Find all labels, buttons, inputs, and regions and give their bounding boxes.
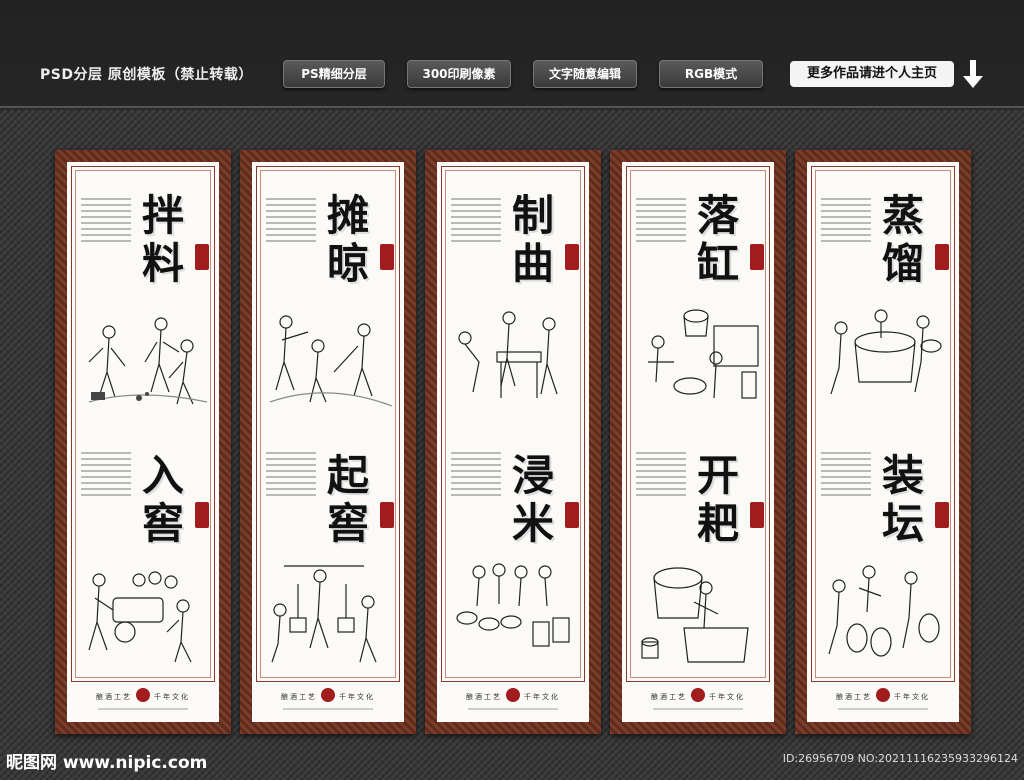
text-block <box>81 198 131 246</box>
title-top-2: 摊晾 <box>326 191 369 288</box>
title-bottom-5: 装坛 <box>881 451 924 548</box>
more-works-button[interactable]: 更多作品请进个人主页 <box>790 61 954 87</box>
title-bottom-3: 浸米 <box>511 451 554 548</box>
arrow-down-icon[interactable] <box>962 58 984 90</box>
title-bottom-2: 起窖 <box>326 451 369 548</box>
poster-footer: 酿酒工艺 千年文化 <box>67 684 219 712</box>
title-top-5: 蒸馏 <box>881 191 924 288</box>
illustration-into-vat <box>648 309 759 399</box>
title-bottom-1: 入窖 <box>141 451 184 548</box>
poster-panel-2: 摊晾 起窖 酿酒工艺 千年文化 <box>240 150 416 734</box>
title-top-4: 落缸 <box>696 191 739 288</box>
illustration-stirring <box>641 567 749 663</box>
header-bar: PSD分层 原创模板（禁止转载） PS精细分层 300印刷像素 文字随意编辑 R… <box>0 0 1024 108</box>
page-title: PSD分层 原创模板（禁止转载） <box>40 67 253 83</box>
illustration-yeast-making <box>458 311 558 398</box>
watermark-id: ID:26956709 NO:20211116235933296124 <box>782 752 1018 765</box>
illustration-unearthing <box>271 565 377 663</box>
badge-resolution: 300印刷像素 <box>407 60 511 88</box>
title-top-3: 制曲 <box>511 191 554 288</box>
badge-layers: PS精细分层 <box>283 60 385 88</box>
badge-rgb: RGB模式 <box>659 60 763 88</box>
poster-panel-3: 制曲 浸米 酿酒工艺 千年文化 <box>425 150 601 734</box>
illustration-cellar <box>88 571 192 663</box>
illustration-mixing <box>88 317 208 405</box>
illustration-distilling <box>830 309 942 395</box>
title-top-1: 拌料 <box>141 191 184 288</box>
title-bottom-4: 开耙 <box>696 451 739 548</box>
illustration-jar-filling <box>828 565 940 657</box>
poster-inner: 拌料 入窖 酿酒工艺 千年文化 <box>67 162 219 722</box>
illustration-spreading <box>269 315 393 407</box>
poster-panel-1: 拌料 入窖 酿酒工艺 千年文化 <box>55 150 231 734</box>
poster-panel-4: 落缸 开耙 酿酒工艺 千年文化 <box>610 150 786 734</box>
seal-stamp <box>195 244 209 270</box>
illustration-rice-soaking <box>456 563 570 647</box>
watermark-site: 昵图网 www.nipic.com <box>6 753 208 773</box>
poster-panel-5: 蒸馏 装坛 酿酒工艺 千年文化 <box>795 150 971 734</box>
badge-editable: 文字随意编辑 <box>533 60 637 88</box>
